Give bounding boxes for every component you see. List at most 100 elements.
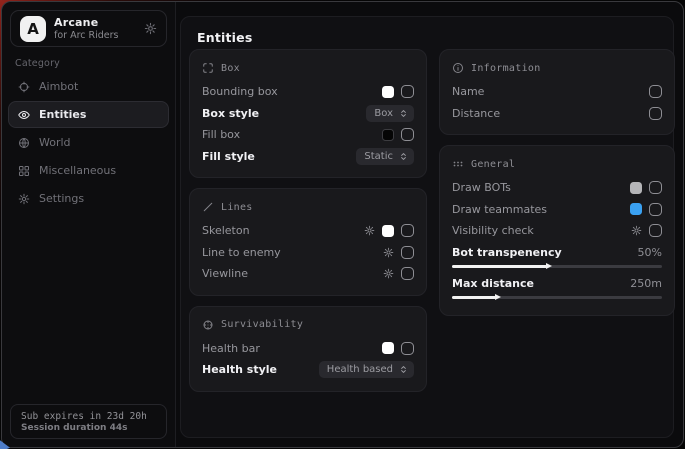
panel-title: General	[471, 159, 515, 170]
slider-value: 250m	[630, 277, 662, 290]
setting-row-name: Name	[452, 81, 662, 103]
checkbox[interactable]	[401, 246, 414, 259]
panel-header: General	[452, 155, 662, 173]
sidebar-item-aimbot[interactable]: Aimbot	[8, 73, 169, 100]
checkbox[interactable]	[649, 181, 662, 194]
color-swatch[interactable]	[630, 182, 642, 194]
dropdown-value: Static	[364, 151, 393, 162]
setting-row-fill-box: Fill box	[202, 124, 414, 146]
slider[interactable]	[452, 263, 662, 271]
setting-label: Fill style	[202, 150, 255, 163]
sidebar-item-label: Settings	[39, 192, 84, 205]
row-controls	[630, 181, 662, 194]
setting-label: Skeleton	[202, 224, 250, 237]
checkbox[interactable]	[401, 342, 414, 355]
checkbox[interactable]	[649, 107, 662, 120]
row-controls: Static	[356, 148, 414, 165]
panel-header: Lines	[202, 198, 414, 216]
category-label: Category	[15, 58, 60, 69]
slider-group-max-distance: Max distance 250m	[452, 274, 662, 302]
panel-title: Box	[221, 63, 240, 74]
dots-grid-icon	[452, 158, 464, 170]
color-swatch[interactable]	[382, 225, 394, 237]
slider-group-bot-transpenency: Bot transpenency50%	[452, 243, 662, 271]
panel-box: Box Bounding box Box style Box Fill box Fill …	[189, 49, 427, 178]
setting-row-visibility-check: Visibility check	[452, 220, 662, 242]
setting-row-health-style: Health style Health based	[202, 359, 414, 381]
panel-header: Information	[452, 59, 662, 77]
gear-icon[interactable]	[631, 225, 642, 236]
dropdown-fill-style[interactable]: Static	[356, 148, 414, 165]
panel-header: Box	[202, 59, 414, 77]
setting-row-viewline: Viewline	[202, 263, 414, 285]
page-title: Entities	[197, 30, 252, 45]
slider-thumb[interactable]	[495, 294, 501, 300]
slider-thumb[interactable]	[546, 263, 552, 269]
gear-icon	[18, 193, 30, 205]
setting-label: Max distance	[452, 277, 534, 290]
slider-fill	[452, 296, 496, 299]
app-window: A Arcane for Arc Riders Category Aimbot E…	[1, 1, 684, 448]
setting-row-draw-bots: Draw BOTs	[452, 177, 662, 199]
sidebar-item-entities[interactable]: Entities	[8, 101, 169, 128]
dropdown-box-style[interactable]: Box	[366, 105, 414, 122]
setting-label: Fill box	[202, 128, 240, 141]
brand-card: A Arcane for Arc Riders	[10, 10, 167, 47]
sidebar-item-settings[interactable]: Settings	[8, 185, 169, 212]
checkbox[interactable]	[649, 203, 662, 216]
main-content: Entities Box Bounding box Box style Box Fill…	[180, 16, 674, 438]
setting-row-draw-teammates: Draw teammates	[452, 199, 662, 221]
sidebar-item-world[interactable]: World	[8, 129, 169, 156]
row-controls	[630, 203, 662, 216]
row-controls	[364, 224, 414, 237]
panel-information: Information Name Distance	[439, 49, 675, 135]
slider[interactable]	[452, 294, 662, 302]
app-subtitle: for Arc Riders	[54, 30, 119, 41]
panel-title: Information	[471, 63, 541, 74]
sidebar-item-label: Entities	[39, 108, 86, 121]
checkbox[interactable]	[401, 128, 414, 141]
setting-label: Draw BOTs	[452, 181, 511, 194]
setting-row-bounding-box: Bounding box	[202, 81, 414, 103]
sidebar-item-miscellaneous[interactable]: Miscellaneous	[8, 157, 169, 184]
checkbox[interactable]	[401, 85, 414, 98]
desktop-background: A Arcane for Arc Riders Category Aimbot E…	[0, 0, 685, 449]
crosshair-icon	[18, 81, 30, 93]
gear-icon[interactable]	[364, 225, 375, 236]
setting-label: Health bar	[202, 342, 260, 355]
gear-icon[interactable]	[383, 247, 394, 258]
panel-title: Survivability	[221, 319, 303, 330]
setting-row-distance: Distance	[452, 103, 662, 125]
panel-survivability: SurvivabilityHealth barHealth styleHealt…	[189, 306, 427, 392]
gear-icon[interactable]	[144, 22, 157, 35]
row-controls	[382, 85, 414, 98]
color-swatch[interactable]	[382, 342, 394, 354]
app-logo: A	[20, 16, 46, 42]
checkbox[interactable]	[649, 224, 662, 237]
setting-row-line-to-enemy: Line to enemy	[202, 242, 414, 264]
checkbox[interactable]	[401, 224, 414, 237]
panel-header: Survivability	[202, 316, 414, 334]
setting-label: Bot transpenency	[452, 246, 562, 259]
setting-label: Health style	[202, 363, 277, 376]
info-icon	[452, 62, 464, 74]
checkbox[interactable]	[649, 85, 662, 98]
color-swatch[interactable]	[630, 203, 642, 215]
sidebar: A Arcane for Arc Riders Category Aimbot E…	[2, 2, 176, 447]
setting-row-skeleton: Skeleton	[202, 220, 414, 242]
setting-label: Line to enemy	[202, 246, 281, 259]
checkbox[interactable]	[401, 267, 414, 280]
setting-label: Distance	[452, 107, 500, 120]
setting-label: Box style	[202, 107, 259, 120]
eye-icon	[18, 109, 30, 121]
row-controls: Health based	[319, 361, 414, 378]
line-icon	[202, 201, 214, 213]
color-swatch[interactable]	[382, 86, 394, 98]
row-controls	[383, 267, 414, 280]
color-swatch[interactable]	[382, 129, 394, 141]
dropdown-health-style[interactable]: Health based	[319, 361, 414, 378]
sidebar-item-label: Miscellaneous	[39, 164, 116, 177]
sub-expiry-text: Sub expires in 23d 20h	[21, 411, 156, 422]
gear-icon[interactable]	[383, 268, 394, 279]
setting-row-box-style: Box style Box	[202, 103, 414, 125]
